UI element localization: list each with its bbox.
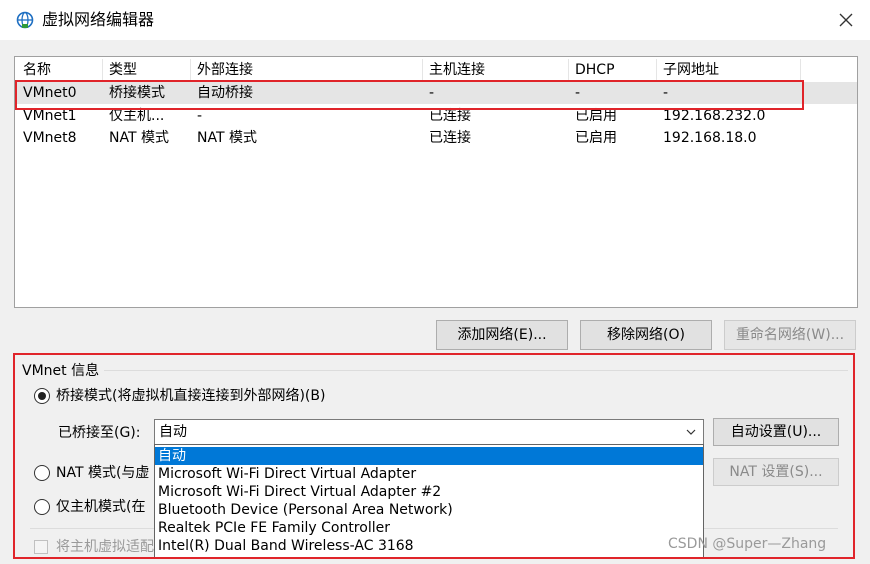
- cell-type: 桥接模式: [109, 85, 165, 101]
- remove-network-button[interactable]: 移除网络(O): [580, 320, 712, 350]
- cell-subnet: 192.168.18.0: [663, 130, 757, 146]
- dropdown-option[interactable]: Microsoft Wi-Fi Direct Virtual Adapter #…: [155, 483, 703, 501]
- vmnet-info-label: VMnet 信息: [22, 360, 104, 380]
- dropdown-option[interactable]: Realtek PCIe FE Family Controller: [155, 519, 703, 537]
- window-title: 虚拟网络编辑器: [42, 10, 155, 29]
- group-divider: [104, 370, 848, 371]
- auto-settings-button[interactable]: 自动设置(U)...: [713, 418, 839, 446]
- cell-host: -: [429, 85, 435, 101]
- cell-host: 已连接: [429, 108, 471, 124]
- chevron-down-icon: [686, 429, 696, 435]
- cell-subnet: 192.168.232.0: [663, 108, 766, 124]
- bridged-radio-label[interactable]: 桥接模式(将虚拟机直接连接到外部网络)(B): [56, 387, 325, 405]
- column-header-subnet[interactable]: 子网地址: [657, 59, 801, 81]
- connect-host-adapter-checkbox[interactable]: [34, 540, 48, 554]
- host-only-radio-label[interactable]: 仅主机模式(在: [56, 498, 145, 516]
- connect-host-adapter-label: 将主机虚拟适配: [56, 539, 154, 555]
- column-header-host[interactable]: 主机连接: [423, 59, 569, 81]
- network-globe-icon: [16, 11, 34, 29]
- cell-name: VMnet1: [23, 108, 77, 124]
- watermark: CSDN @Super—Zhang: [668, 536, 827, 552]
- dropdown-option[interactable]: Bluetooth Device (Personal Area Network): [155, 501, 703, 519]
- host-only-radio[interactable]: [34, 499, 50, 515]
- column-header-dhcp[interactable]: DHCP: [569, 59, 657, 81]
- network-table[interactable]: 名称 类型 外部连接 主机连接 DHCP 子网地址 VMnet0 桥接模式 自动…: [14, 56, 858, 308]
- cell-external: -: [197, 108, 203, 124]
- cell-external: 自动桥接: [197, 85, 253, 101]
- bridged-radio[interactable]: [34, 388, 50, 404]
- nat-radio-label[interactable]: NAT 模式(与虚: [56, 464, 149, 482]
- close-button[interactable]: [830, 6, 862, 34]
- cell-name: VMnet8: [23, 130, 77, 146]
- cell-external: NAT 模式: [197, 130, 257, 146]
- table-row[interactable]: VMnet1 仅主机... - 已连接 已启用 192.168.232.0: [15, 105, 857, 127]
- column-header-external[interactable]: 外部连接: [191, 59, 423, 81]
- nat-radio[interactable]: [34, 465, 50, 481]
- dropdown-option[interactable]: 自动: [155, 447, 703, 465]
- cell-type: NAT 模式: [109, 130, 169, 146]
- bridged-to-dropdown[interactable]: 自动 Microsoft Wi-Fi Direct Virtual Adapte…: [154, 444, 704, 558]
- cell-type: 仅主机...: [109, 108, 165, 124]
- table-row[interactable]: VMnet8 NAT 模式 NAT 模式 已连接 已启用 192.168.18.…: [15, 127, 857, 149]
- bridged-to-value: 自动: [159, 424, 187, 440]
- cell-host: 已连接: [429, 130, 471, 146]
- dropdown-option[interactable]: Intel(R) Dual Band Wireless-AC 3168: [155, 537, 703, 555]
- close-icon: [839, 13, 853, 27]
- cell-subnet: -: [663, 85, 669, 101]
- table-header: 名称 类型 外部连接 主机连接 DHCP 子网地址: [15, 59, 857, 81]
- table-row[interactable]: VMnet0 桥接模式 自动桥接 - - -: [15, 82, 857, 104]
- nat-settings-button[interactable]: NAT 设置(S)...: [713, 458, 839, 486]
- cell-name: VMnet0: [23, 85, 77, 101]
- column-header-name[interactable]: 名称: [17, 59, 103, 81]
- dropdown-option[interactable]: Microsoft Wi-Fi Direct Virtual Adapter: [155, 465, 703, 483]
- cell-dhcp: 已启用: [575, 108, 617, 124]
- cell-dhcp: 已启用: [575, 130, 617, 146]
- bridged-to-select[interactable]: 自动: [154, 419, 704, 445]
- cell-dhcp: -: [575, 85, 581, 101]
- title-bar: 虚拟网络编辑器: [0, 0, 870, 40]
- column-header-type[interactable]: 类型: [103, 59, 191, 81]
- add-network-button[interactable]: 添加网络(E)...: [436, 320, 568, 350]
- rename-network-button[interactable]: 重命名网络(W)...: [724, 320, 856, 350]
- bridged-to-label: 已桥接至(G):: [58, 425, 141, 441]
